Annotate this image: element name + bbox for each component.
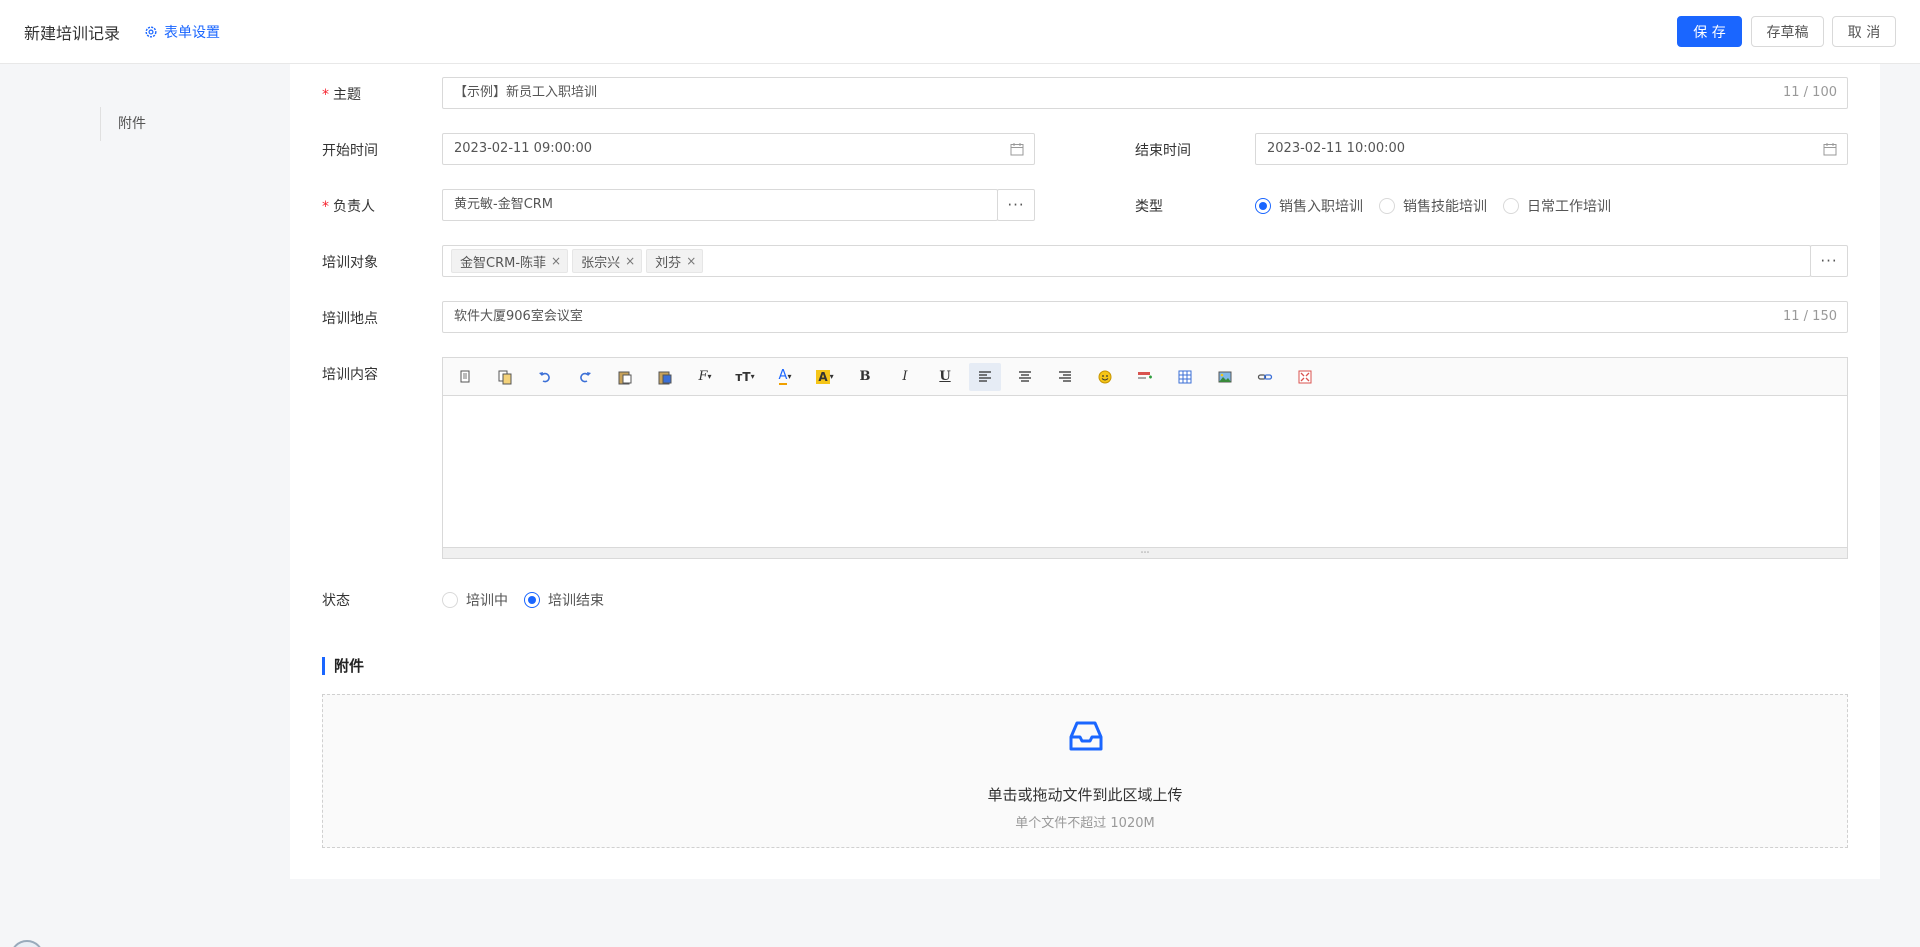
font-size-icon[interactable]: тT ▾	[729, 363, 761, 391]
more-icon: ···	[1007, 196, 1025, 214]
radio-icon	[1379, 198, 1395, 214]
subject-input[interactable]: 【示例】新员工入职培训 11 / 100	[442, 77, 1848, 109]
location-value: 软件大厦906室会议室	[454, 309, 583, 324]
resize-grip-icon: ⋯	[1140, 548, 1150, 558]
trainees-select-button[interactable]: ···	[1810, 245, 1848, 277]
align-left-icon[interactable]	[969, 362, 1001, 391]
cut-icon[interactable]	[449, 363, 481, 391]
calendar-icon	[1823, 143, 1837, 156]
attachments-section-title: 附件	[322, 657, 364, 675]
more-icon: ···	[1820, 252, 1838, 270]
owner-select-button[interactable]: ···	[997, 189, 1035, 221]
resize-handle[interactable]: ⋯	[443, 547, 1847, 558]
start-time-picker[interactable]: 2023-02-11 09:00:00	[442, 133, 1035, 165]
close-icon[interactable]: ×	[686, 254, 696, 268]
table-icon[interactable]	[1169, 363, 1201, 391]
image-icon[interactable]	[1209, 363, 1241, 391]
radio-icon	[524, 592, 540, 608]
type-label: 类型	[1135, 199, 1163, 215]
radio-icon	[442, 592, 458, 608]
insert-row-icon[interactable]	[1129, 363, 1161, 391]
form-settings-link[interactable]: 表单设置	[144, 22, 220, 42]
font-family-icon[interactable]: F ▾	[689, 363, 721, 391]
upload-size-hint: 单个文件不超过 1020M	[1015, 816, 1155, 831]
type-option-skills[interactable]: 销售技能培训	[1379, 196, 1487, 216]
owner-label: * 负责人	[322, 199, 375, 215]
emoji-icon[interactable]	[1089, 363, 1121, 391]
type-option-onboarding[interactable]: 销售入职培训	[1255, 196, 1363, 216]
italic-icon[interactable]: I	[889, 363, 921, 391]
trainees-label: 培训对象	[322, 255, 378, 271]
redo-icon[interactable]	[569, 363, 601, 391]
align-right-icon[interactable]	[1049, 363, 1081, 391]
location-counter: 11 / 150	[1783, 309, 1837, 324]
upload-instruction: 单击或拖动文件到此区域上传	[987, 786, 1183, 804]
end-time-picker[interactable]: 2023-02-11 10:00:00	[1255, 133, 1848, 165]
close-icon[interactable]: ×	[551, 254, 561, 268]
cancel-button[interactable]: 取 消	[1832, 16, 1896, 47]
font-color-icon[interactable]: A ▾	[769, 363, 801, 391]
required-mark: *	[322, 199, 329, 215]
form-settings-label: 表单设置	[164, 25, 220, 41]
trainee-tag: 金智CRM-陈菲 ×	[451, 249, 569, 273]
radio-icon	[1255, 198, 1271, 214]
trainee-tag: 张宗兴 ×	[572, 249, 643, 273]
file-upload-dropzone[interactable]: 单击或拖动文件到此区域上传 单个文件不超过 1020M	[322, 694, 1848, 848]
page-header: 新建培训记录 表单设置 保 存 存草稿 取 消	[0, 0, 1920, 64]
underline-icon[interactable]: U	[929, 363, 961, 391]
copy-icon[interactable]	[489, 363, 521, 391]
start-time-label: 开始时间	[322, 143, 378, 159]
type-option-daily[interactable]: 日常工作培训	[1503, 196, 1611, 216]
status-label: 状态	[322, 593, 350, 609]
radio-icon	[1503, 198, 1519, 214]
status-radio-group: 培训中 培训结束	[442, 590, 620, 610]
anchor-link-attachments[interactable]: 附件	[100, 107, 146, 141]
content-label: 培训内容	[322, 367, 378, 383]
type-radio-group: 销售入职培训 销售技能培训 日常工作培训	[1255, 196, 1627, 216]
subject-value: 【示例】新员工入职培训	[454, 85, 598, 100]
highlight-icon[interactable]: A ▾	[809, 363, 841, 391]
start-time-value: 2023-02-11 09:00:00	[454, 141, 593, 156]
rich-text-editor: F ▾ тT ▾ A ▾ A ▾ B I U ⋯	[442, 357, 1848, 559]
status-option-in-progress[interactable]: 培训中	[442, 590, 508, 610]
subject-label: * 主题	[322, 87, 361, 103]
save-button[interactable]: 保 存	[1677, 16, 1742, 47]
calendar-icon	[1010, 143, 1024, 156]
fullscreen-icon[interactable]	[1289, 363, 1321, 391]
close-icon[interactable]: ×	[625, 254, 635, 268]
link-icon[interactable]	[1249, 363, 1281, 391]
required-mark: *	[322, 87, 329, 103]
end-time-value: 2023-02-11 10:00:00	[1267, 141, 1406, 156]
inbox-icon	[1069, 721, 1103, 751]
align-center-icon[interactable]	[1009, 363, 1041, 391]
paste-icon[interactable]	[609, 363, 641, 391]
trainees-input[interactable]: 金智CRM-陈菲 × 张宗兴 × 刘芬 ×	[442, 245, 1811, 277]
paste-word-icon[interactable]	[649, 363, 681, 391]
location-input[interactable]: 软件大厦906室会议室 11 / 150	[442, 301, 1848, 333]
status-option-finished[interactable]: 培训结束	[524, 590, 604, 610]
page-title: 新建培训记录	[24, 24, 121, 43]
subject-counter: 11 / 100	[1783, 85, 1837, 100]
owner-input[interactable]: 黄元敏-金智CRM	[442, 189, 998, 221]
bold-icon[interactable]: B	[849, 363, 881, 391]
end-time-label: 结束时间	[1135, 143, 1191, 159]
help-avatar[interactable]	[10, 940, 44, 947]
save-draft-button[interactable]: 存草稿	[1751, 16, 1824, 47]
undo-icon[interactable]	[529, 363, 561, 391]
location-label: 培训地点	[322, 311, 378, 327]
gear-icon	[145, 26, 157, 38]
editor-toolbar: F ▾ тT ▾ A ▾ A ▾ B I U	[443, 358, 1847, 396]
trainee-tag: 刘芬 ×	[646, 249, 704, 273]
owner-value: 黄元敏-金智CRM	[454, 197, 554, 212]
editor-content-area[interactable]	[443, 396, 1847, 548]
